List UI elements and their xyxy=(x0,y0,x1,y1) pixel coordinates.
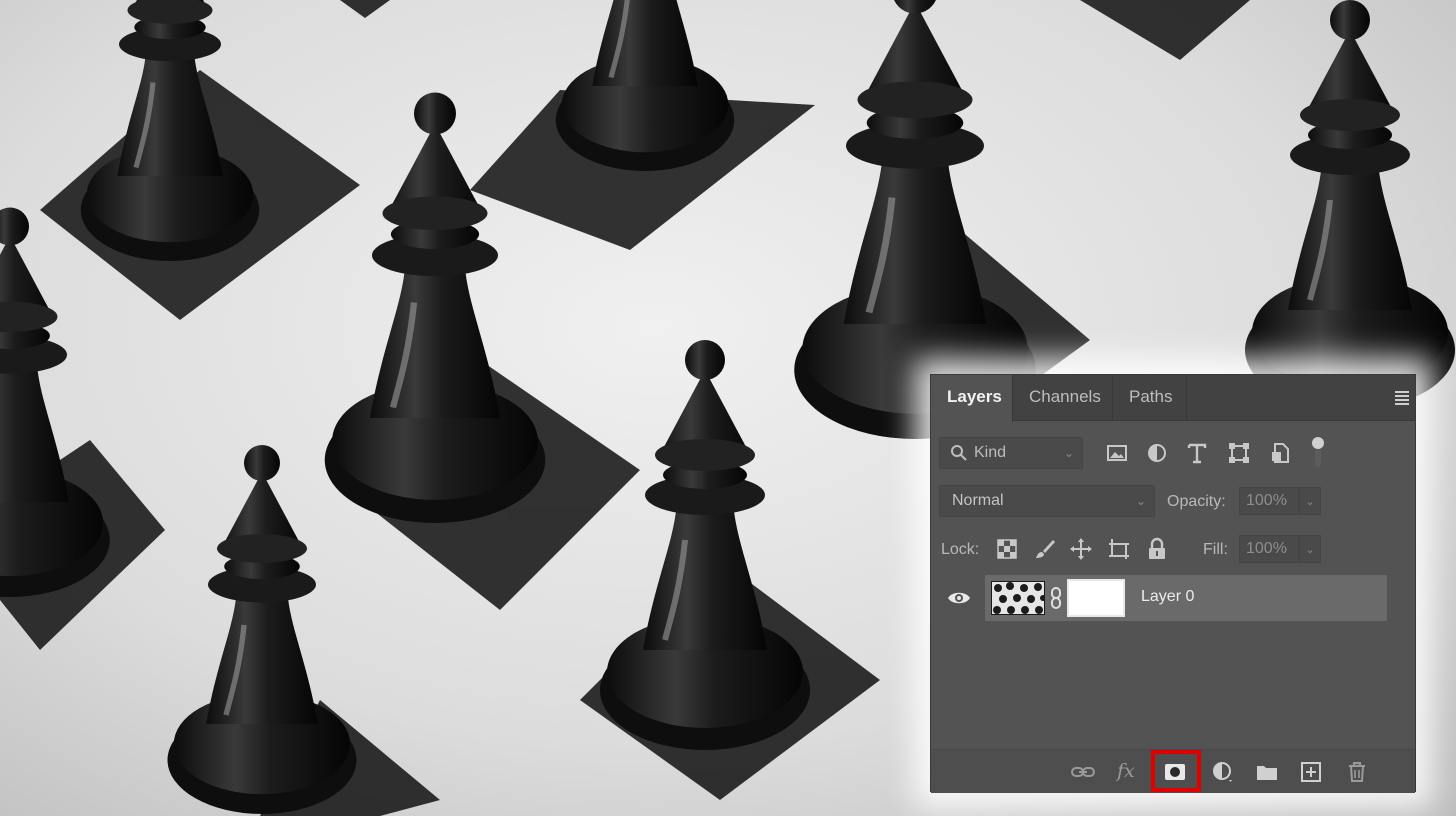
layer-name[interactable]: Layer 0 xyxy=(1141,588,1194,606)
blend-mode-select[interactable]: Normal ⌄ xyxy=(939,485,1155,517)
layer-filter-select[interactable]: Kind ⌄ xyxy=(939,437,1083,469)
layer-thumbnail xyxy=(991,581,1045,615)
layer-row[interactable]: Layer 0 xyxy=(985,575,1387,621)
opacity-dropdown-button[interactable]: ⌄ xyxy=(1299,487,1321,515)
image-filter-icon[interactable] xyxy=(1105,441,1129,465)
lock-artboard-icon[interactable] xyxy=(1107,537,1131,561)
tab-channels[interactable]: Channels xyxy=(1013,375,1113,421)
fill-label: Fill: xyxy=(1203,541,1228,558)
blend-mode-value: Normal xyxy=(952,492,1004,509)
tab-layers[interactable]: Layers xyxy=(931,375,1013,422)
lock-label: Lock: xyxy=(941,541,980,558)
type-filter-icon[interactable] xyxy=(1185,441,1209,465)
smart-object-filter-icon[interactable] xyxy=(1269,441,1293,465)
fill-dropdown-button[interactable]: ⌄ xyxy=(1299,535,1321,563)
lock-image-icon[interactable] xyxy=(1033,537,1057,561)
fill-input[interactable]: 100% xyxy=(1239,535,1299,563)
new-layer-icon[interactable] xyxy=(1299,760,1323,784)
adjustment-filter-icon[interactable] xyxy=(1145,441,1169,465)
eye-icon[interactable] xyxy=(947,589,971,612)
tab-paths[interactable]: Paths xyxy=(1113,375,1187,421)
link-layers-icon[interactable] xyxy=(1071,760,1095,784)
lock-position-icon[interactable] xyxy=(1069,537,1093,561)
mask-link-icon[interactable] xyxy=(1049,587,1063,609)
opacity-input[interactable]: 100% xyxy=(1239,487,1299,515)
trash-icon[interactable] xyxy=(1345,760,1369,784)
adjustment-layer-icon[interactable] xyxy=(1211,760,1235,784)
chevron-down-icon: ⌄ xyxy=(1135,494,1146,508)
group-folder-icon[interactable] xyxy=(1255,760,1279,784)
lock-all-icon[interactable] xyxy=(1145,537,1169,561)
add-mask-icon[interactable] xyxy=(1163,760,1187,784)
search-icon xyxy=(951,445,967,461)
opacity-label: Opacity: xyxy=(1167,493,1226,510)
lock-transparent-icon[interactable] xyxy=(995,537,1019,561)
chess-thumbnail-image xyxy=(992,582,1044,614)
panel-bottom-toolbar: fx xyxy=(931,749,1415,793)
panel-tab-bar: Layers Channels Paths xyxy=(931,375,1415,422)
filter-kind-label: Kind xyxy=(974,444,1007,461)
shape-filter-icon[interactable] xyxy=(1227,441,1251,465)
filter-toggle-switch[interactable] xyxy=(1311,435,1325,469)
chevron-down-icon: ⌄ xyxy=(1063,446,1074,460)
layers-panel: Layers Channels Paths Kind ⌄ Normal ⌄ Op… xyxy=(930,374,1416,793)
layer-mask-thumbnail[interactable] xyxy=(1067,579,1125,617)
hamburger-icon[interactable] xyxy=(1395,391,1409,407)
fx-icon[interactable]: fx xyxy=(1117,760,1135,782)
